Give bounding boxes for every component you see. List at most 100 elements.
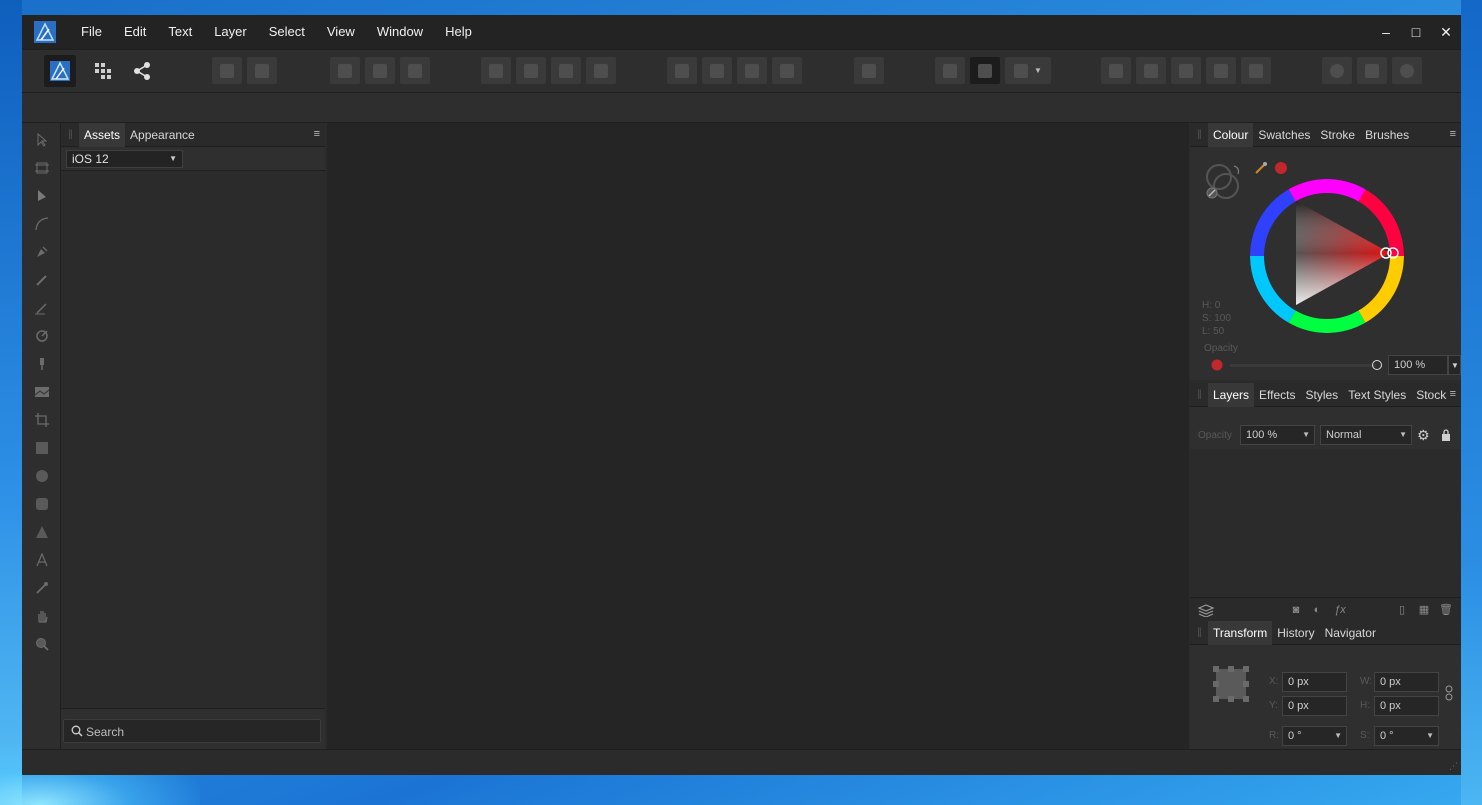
y-field[interactable]: 0 px (1282, 696, 1347, 716)
opacity-field[interactable]: 100 % (1388, 355, 1448, 375)
move-backward-button[interactable] (516, 57, 546, 84)
boolean-add-button[interactable] (1101, 57, 1131, 84)
minimize-button[interactable]: – (1371, 15, 1401, 49)
tab-brushes[interactable]: Brushes (1360, 123, 1414, 147)
insert-before-button[interactable] (212, 57, 242, 84)
align-button[interactable] (854, 57, 884, 84)
shear-dropdown[interactable]: 0 ° ▼ (1374, 726, 1439, 746)
snapping-toggle-button[interactable] (970, 57, 1000, 84)
tab-stroke[interactable]: Stroke (1315, 123, 1360, 147)
height-field[interactable]: 0 px (1374, 696, 1439, 716)
blend-mode-dropdown[interactable]: Normal ▼ (1320, 425, 1412, 445)
crop-tool[interactable] (31, 409, 53, 431)
vector-brush-tool[interactable] (31, 297, 53, 319)
resize-grip-icon[interactable]: ⋰ (1449, 761, 1458, 772)
drag-handle-icon[interactable]: || (1190, 129, 1208, 140)
ellipse-tool[interactable] (31, 465, 53, 487)
geometry-combine-button[interactable] (1322, 57, 1352, 84)
opacity-slider[interactable] (1230, 364, 1376, 367)
move-back-button[interactable] (481, 57, 511, 84)
boolean-divide-button[interactable] (1241, 57, 1271, 84)
designer-persona-button[interactable] (44, 55, 76, 87)
snap-transform-button[interactable] (400, 57, 430, 84)
drag-handle-icon[interactable]: || (1190, 627, 1208, 638)
geometry-mask-button[interactable] (1392, 57, 1422, 84)
rotate-left-button[interactable] (737, 57, 767, 84)
search-input[interactable] (86, 723, 306, 740)
lock-icon[interactable] (1441, 429, 1451, 441)
menu-help[interactable]: Help (434, 15, 483, 49)
anchor-selector[interactable] (1212, 665, 1250, 703)
trash-icon[interactable]: 🗑 (1439, 603, 1453, 617)
x-field[interactable]: 0 px (1282, 672, 1347, 692)
geometry-group-button[interactable] (1357, 57, 1387, 84)
pencil-tool[interactable] (31, 269, 53, 291)
menu-edit[interactable]: Edit (113, 15, 157, 49)
tab-text-styles[interactable]: Text Styles (1343, 383, 1411, 407)
snapping-button[interactable] (935, 57, 965, 84)
tab-appearance[interactable]: Appearance (125, 123, 200, 147)
boolean-intersect-button[interactable] (1171, 57, 1201, 84)
snap-bounds-button[interactable] (365, 57, 395, 84)
eyedropper-icon[interactable] (1254, 161, 1268, 175)
place-image-tool[interactable] (31, 381, 53, 403)
flip-vertical-button[interactable] (702, 57, 732, 84)
colour-picker-tool[interactable] (31, 577, 53, 599)
adjustment-icon[interactable]: ◐ (1310, 603, 1324, 617)
move-tool[interactable] (31, 129, 53, 151)
tab-swatches[interactable]: Swatches (1253, 123, 1315, 147)
tab-navigator[interactable]: Navigator (1320, 621, 1381, 645)
menu-window[interactable]: Window (366, 15, 434, 49)
rounded-rectangle-tool[interactable] (31, 493, 53, 515)
boolean-subtract-button[interactable] (1136, 57, 1166, 84)
node-tool[interactable] (31, 185, 53, 207)
tab-colour[interactable]: Colour (1208, 122, 1254, 147)
tab-assets[interactable]: Assets (79, 122, 126, 147)
opacity-dropdown[interactable]: ▼ (1448, 355, 1461, 375)
move-forward-button[interactable] (551, 57, 581, 84)
layers-stack-icon[interactable] (1198, 603, 1214, 617)
export-persona-button[interactable] (127, 57, 157, 84)
maximize-button[interactable]: □ (1401, 15, 1431, 49)
rotate-right-button[interactable] (772, 57, 802, 84)
add-pixel-layer-icon[interactable]: ▦ (1417, 603, 1431, 617)
panel-menu-icon[interactable]: ≡ (1450, 388, 1456, 400)
asset-category-dropdown[interactable]: iOS 12 ▼ (66, 150, 183, 168)
tab-transform[interactable]: Transform (1208, 620, 1273, 645)
view-tool[interactable] (31, 605, 53, 627)
width-field[interactable]: 0 px (1374, 672, 1439, 692)
insert-after-button[interactable] (247, 57, 277, 84)
gear-icon[interactable]: ⚙ (1417, 427, 1430, 444)
drag-handle-icon[interactable]: || (61, 129, 79, 140)
mask-layer-icon[interactable]: ◙ (1289, 603, 1303, 617)
boolean-xor-button[interactable] (1206, 57, 1236, 84)
tab-layers[interactable]: Layers (1208, 382, 1255, 407)
panel-menu-icon[interactable]: ≡ (314, 128, 320, 140)
zoom-tool[interactable] (31, 633, 53, 655)
link-aspect-icon[interactable] (1445, 685, 1453, 701)
add-layer-icon[interactable]: ▯ (1395, 603, 1409, 617)
corner-tool[interactable] (31, 213, 53, 235)
fill-tool[interactable] (31, 325, 53, 347)
snapping-options-button[interactable]: ▼ (1005, 57, 1051, 84)
rotation-dropdown[interactable]: 0 ° ▼ (1282, 726, 1347, 746)
artistic-text-tool[interactable] (31, 549, 53, 571)
close-button[interactable]: ✕ (1431, 15, 1461, 49)
rectangle-tool[interactable] (31, 437, 53, 459)
menu-select[interactable]: Select (258, 15, 316, 49)
menu-file[interactable]: File (70, 15, 113, 49)
menu-text[interactable]: Text (157, 15, 203, 49)
tab-styles[interactable]: Styles (1301, 383, 1344, 407)
colour-wheel[interactable] (1250, 179, 1404, 333)
fill-stroke-selector[interactable] (1204, 161, 1256, 203)
snap-grid-button[interactable] (330, 57, 360, 84)
menu-view[interactable]: View (316, 15, 366, 49)
opacity-slider-handle[interactable] (1372, 360, 1382, 370)
document-canvas[interactable] (327, 123, 1189, 749)
artboard-tool[interactable] (31, 157, 53, 179)
flip-horizontal-button[interactable] (667, 57, 697, 84)
tab-history[interactable]: History (1272, 621, 1319, 645)
menu-layer[interactable]: Layer (203, 15, 258, 49)
fx-icon[interactable]: ƒx (1333, 603, 1347, 617)
tab-stock[interactable]: Stock (1411, 383, 1451, 407)
